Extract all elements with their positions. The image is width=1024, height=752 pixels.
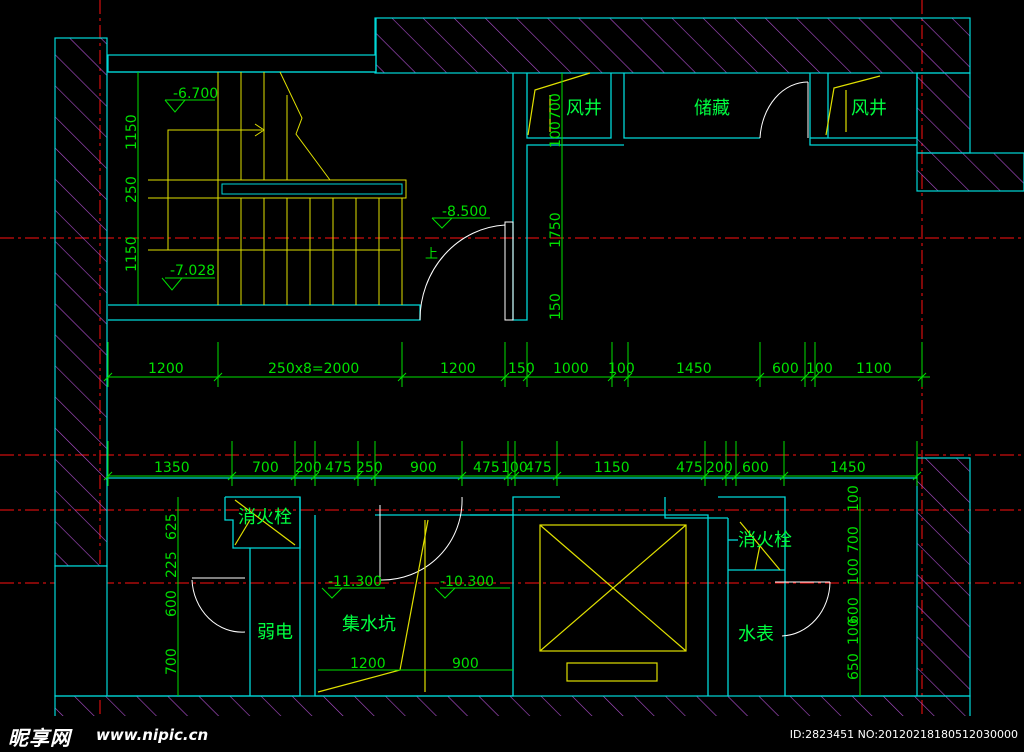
dim-label: 1450 bbox=[676, 361, 712, 377]
room-label-storage: 储藏 bbox=[694, 98, 730, 119]
dim-label: 200 bbox=[295, 460, 322, 476]
upper-rooms: 风井 储藏 风井 bbox=[566, 98, 887, 119]
upper-bottom-dims: 1200 250x8=2000 1200 150 1000 100 1450 6… bbox=[148, 361, 892, 377]
dim-label: 100 bbox=[608, 361, 635, 377]
dim-label: 100 bbox=[501, 460, 528, 476]
dim-label: 1450 bbox=[830, 460, 866, 476]
dim-label: 700 bbox=[846, 526, 862, 553]
dim-label: 475 bbox=[525, 460, 552, 476]
dim-label: 1350 bbox=[154, 460, 190, 476]
dim-label: 625 bbox=[164, 513, 180, 540]
dim-label: 100 bbox=[806, 361, 833, 377]
level-label: -10.300 bbox=[440, 574, 494, 590]
room-label-fire-hydrant: 消火栓 bbox=[738, 530, 792, 551]
dimension-lines bbox=[103, 72, 930, 696]
level-label: -11.300 bbox=[328, 574, 382, 590]
room-label-air-shaft: 风井 bbox=[851, 98, 887, 119]
dim-label: 700 bbox=[164, 648, 180, 675]
dim-label: 1150 bbox=[124, 114, 140, 150]
room-label-water-meter: 水表 bbox=[738, 624, 774, 645]
lower-top-dims: 1350 700 200 475 250 900 475 100 475 115… bbox=[154, 460, 866, 476]
watermark-id: ID:2823451 NO:20120218180512030000 bbox=[789, 728, 1018, 741]
dim-label: 225 bbox=[164, 551, 180, 578]
dim-label: 100 bbox=[548, 121, 564, 148]
room-outlines bbox=[108, 18, 918, 697]
dim-label: 250 bbox=[124, 176, 140, 203]
door-swings bbox=[191, 81, 831, 637]
lower-levels: -11.300 -10.300 bbox=[328, 574, 494, 590]
dim-label: 1200 bbox=[350, 656, 386, 672]
dim-label: 700 bbox=[252, 460, 279, 476]
dim-label: 150 bbox=[508, 361, 535, 377]
upper-left-dims: 1150 250 1150 bbox=[124, 114, 140, 272]
watermark-bar: 昵享网 www.nipic.cn ID:2823451 NO:201202181… bbox=[0, 716, 1024, 752]
dim-label: 600 bbox=[164, 590, 180, 617]
dim-label: 250 bbox=[356, 460, 383, 476]
lower-rooms: 消火栓 消火栓 集水坑 弱电 水表 bbox=[238, 507, 792, 645]
dim-label: 1100 bbox=[856, 361, 892, 377]
dim-label: 475 bbox=[473, 460, 500, 476]
room-label-low-voltage: 弱电 bbox=[257, 622, 293, 643]
room-label-fire-hydrant: 消火栓 bbox=[238, 507, 292, 528]
floor-plan-drawing: 1200 250x8=2000 1200 150 1000 100 1450 6… bbox=[0, 0, 1024, 752]
room-label-air-shaft: 风井 bbox=[566, 98, 602, 119]
dim-label: 200 bbox=[706, 460, 733, 476]
dim-label: 250x8=2000 bbox=[268, 361, 359, 377]
dim-label: 100 bbox=[846, 618, 862, 645]
watermark-logo: 昵享网 bbox=[8, 726, 71, 750]
dim-label: 600 bbox=[772, 361, 799, 377]
dim-label: 1150 bbox=[594, 460, 630, 476]
dim-label: 150 bbox=[548, 293, 564, 320]
level-label: -7.028 bbox=[170, 263, 215, 279]
dim-label: 475 bbox=[676, 460, 703, 476]
dim-label: 1750 bbox=[548, 212, 564, 248]
watermark-url: www.nipic.cn bbox=[96, 726, 209, 744]
dim-label: 100 bbox=[846, 485, 862, 512]
stair-treads bbox=[217, 72, 403, 305]
up-marker: 上 bbox=[425, 247, 438, 262]
dim-label: 1000 bbox=[553, 361, 589, 377]
dim-label: 900 bbox=[410, 460, 437, 476]
dim-label: 1200 bbox=[148, 361, 184, 377]
dim-label: 600 bbox=[742, 460, 769, 476]
dim-label: 700 bbox=[548, 93, 564, 120]
level-label: -6.700 bbox=[173, 86, 218, 102]
room-label-sump-pit: 集水坑 bbox=[342, 614, 396, 635]
dim-label: 1200 bbox=[440, 361, 476, 377]
dim-label: 650 bbox=[846, 653, 862, 680]
dim-label: 475 bbox=[325, 460, 352, 476]
fixtures bbox=[234, 72, 881, 693]
dim-label: 1150 bbox=[124, 236, 140, 272]
level-label: -8.500 bbox=[442, 204, 487, 220]
dim-label: 900 bbox=[452, 656, 479, 672]
dim-label: 100 bbox=[846, 558, 862, 585]
lower-left-dims: 625 225 600 700 bbox=[164, 513, 180, 675]
